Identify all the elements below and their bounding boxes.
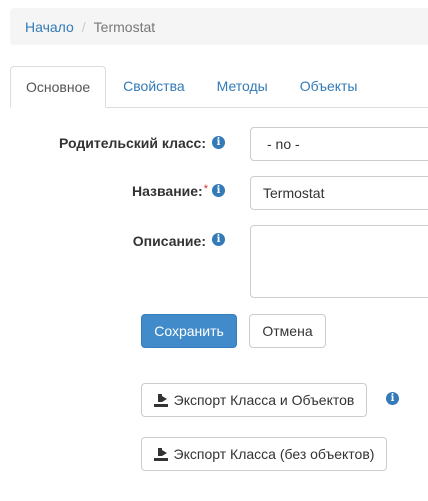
description-label: Описание:: [132, 233, 206, 249]
cancel-button[interactable]: Отмена: [249, 314, 326, 348]
tab-methods[interactable]: Методы: [202, 66, 283, 106]
export-without-objects-button[interactable]: Экспорт Класса (без объектов): [141, 437, 387, 471]
parent-class-select[interactable]: - no -: [250, 127, 428, 161]
name-label: Название:*: [132, 183, 208, 199]
name-info-icon[interactable]: i: [212, 184, 225, 197]
export-icon: [153, 393, 168, 407]
tab-bar: Основное Свойства Методы Объекты: [10, 66, 428, 108]
name-input-value: Termostat: [263, 185, 325, 201]
breadcrumb-separator: /: [81, 18, 86, 35]
export-with-objects-label: Экспорт Класса и Объектов: [173, 392, 355, 408]
description-textarea[interactable]: [250, 225, 428, 298]
parent-class-value: - no -: [267, 136, 300, 152]
tab-main[interactable]: Основное: [10, 66, 107, 108]
name-input[interactable]: Termostat: [250, 176, 428, 210]
save-button[interactable]: Сохранить: [141, 314, 237, 348]
parent-class-label: Родительский класс:: [59, 135, 206, 151]
breadcrumb: Начало / Termostat: [10, 8, 428, 45]
export-with-objects-button[interactable]: Экспорт Класса и Объектов: [141, 383, 367, 417]
name-label-text: Название:: [131, 183, 203, 199]
export-info-icon[interactable]: i: [386, 392, 399, 405]
required-marker: *: [203, 183, 208, 195]
description-info-icon[interactable]: i: [212, 233, 225, 246]
parent-class-info-icon[interactable]: i: [212, 136, 225, 149]
tab-objects[interactable]: Объекты: [285, 66, 373, 106]
tab-properties[interactable]: Свойства: [108, 66, 199, 106]
breadcrumb-current: Termostat: [93, 18, 156, 35]
export-without-objects-label: Экспорт Класса (без объектов): [173, 446, 375, 462]
breadcrumb-home-link[interactable]: Начало: [25, 19, 74, 35]
export-icon: [153, 447, 168, 461]
